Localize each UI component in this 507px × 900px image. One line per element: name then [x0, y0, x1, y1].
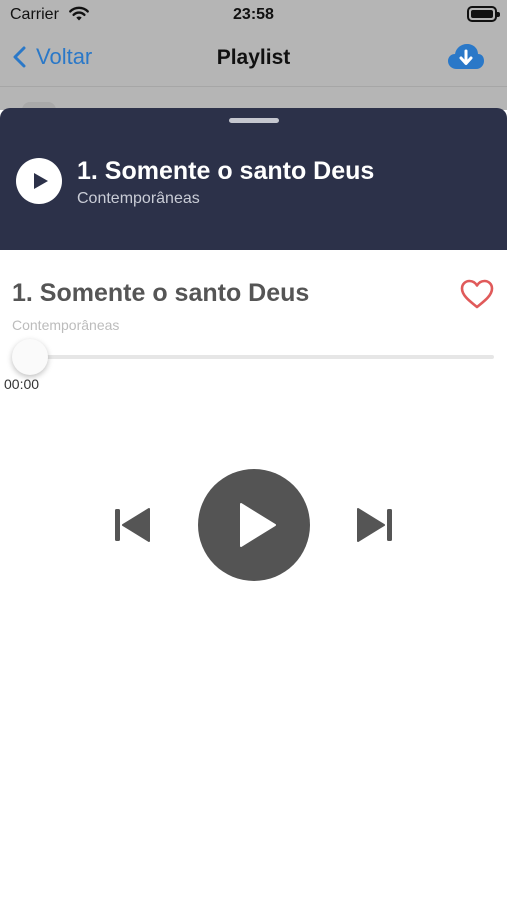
- cloud-download-icon[interactable]: [447, 42, 485, 72]
- divider: [0, 86, 507, 87]
- heart-outline-icon[interactable]: [459, 278, 495, 310]
- background-screen: Carrier 23:58 Voltar Playlist: [0, 0, 507, 110]
- elapsed-time: 00:00: [4, 376, 40, 392]
- navigation-bar: Voltar Playlist: [0, 36, 507, 80]
- mini-play-button[interactable]: [16, 158, 62, 204]
- page-title: Playlist: [216, 46, 291, 69]
- play-icon: [33, 173, 48, 189]
- progress-slider-track[interactable]: [28, 355, 494, 359]
- progress-slider-thumb[interactable]: [12, 339, 48, 375]
- play-button[interactable]: [198, 469, 310, 581]
- skip-next-icon[interactable]: [356, 506, 394, 544]
- skip-previous-icon[interactable]: [113, 506, 151, 544]
- play-icon: [240, 503, 276, 547]
- track-subtitle: Contemporâneas: [12, 317, 120, 333]
- battery-icon: [467, 6, 500, 22]
- mini-track-subtitle: Contemporâneas: [77, 190, 200, 207]
- status-bar: Carrier 23:58: [0, 0, 507, 30]
- mini-track-title: 1. Somente o santo Deus: [77, 157, 375, 185]
- track-title: 1. Somente o santo Deus: [12, 279, 310, 307]
- mini-player[interactable]: 1. Somente o santo Deus Contemporâneas: [0, 108, 507, 250]
- status-time: 23:58: [233, 6, 274, 23]
- sheet-grabber-handle[interactable]: [229, 118, 279, 123]
